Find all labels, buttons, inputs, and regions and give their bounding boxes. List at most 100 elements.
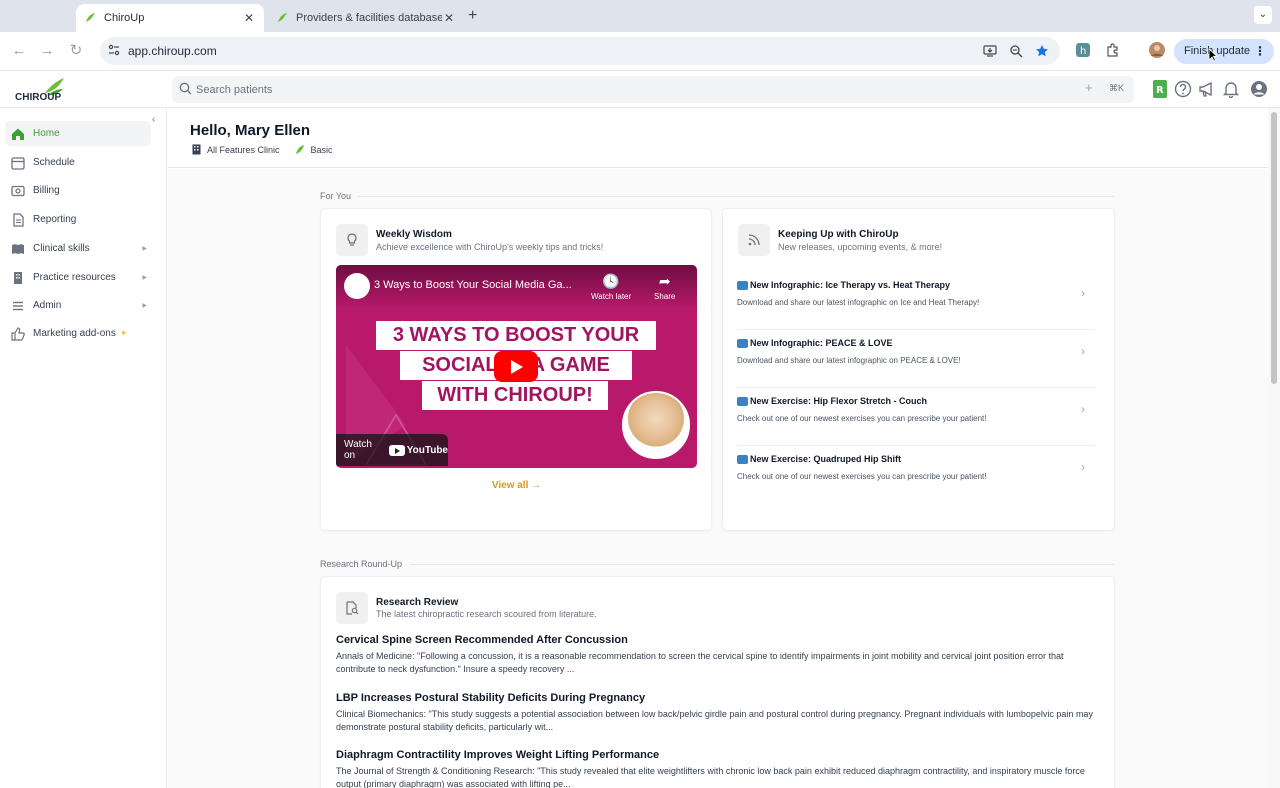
- view-all-link[interactable]: View all →: [321, 480, 712, 491]
- help-icon[interactable]: [1174, 80, 1192, 98]
- research-article[interactable]: LBP Increases Postural Stability Deficit…: [336, 692, 1104, 734]
- sidebar-item-label: Marketing add-ons: [33, 328, 116, 339]
- news-item[interactable]: New Infographic: PEACE & LOVE Download a…: [737, 330, 1095, 388]
- clock-icon: 🕓: [602, 273, 620, 289]
- news-item[interactable]: New Infographic: Ice Therapy vs. Heat Th…: [737, 272, 1095, 330]
- research-article[interactable]: Cervical Spine Screen Recommended After …: [336, 634, 1104, 676]
- book-icon: [12, 243, 24, 254]
- sidebar-item-practice-resources[interactable]: Practice resources ▶: [5, 265, 151, 290]
- new-tab-icon[interactable]: +: [468, 7, 477, 25]
- sidebar-item-label: Home: [33, 128, 60, 139]
- share-button[interactable]: ➦ Share: [654, 273, 675, 301]
- close-tab-icon[interactable]: ✕: [442, 11, 456, 25]
- sidebar-item-admin[interactable]: Admin ▶: [5, 293, 151, 318]
- patient-search[interactable]: + ⌘K: [172, 76, 1134, 103]
- chevron-right-icon: ›: [1081, 344, 1085, 358]
- watch-later-button[interactable]: 🕓 Watch later: [591, 273, 631, 301]
- article-title[interactable]: LBP Increases Postural Stability Deficit…: [336, 692, 1104, 704]
- article-title[interactable]: Cervical Spine Screen Recommended After …: [336, 634, 1104, 646]
- sidebar-item-reporting[interactable]: Reporting: [5, 207, 151, 232]
- card-subtitle: The latest chiropractic research scoured…: [376, 609, 597, 619]
- bookmark-star-icon[interactable]: [1035, 44, 1049, 58]
- article-title[interactable]: Diaphragm Contractility Improves Weight …: [336, 749, 1104, 761]
- address-bar[interactable]: app.chiroup.com: [100, 37, 1060, 65]
- presenter-photo: [622, 391, 690, 459]
- thumbnail-text-line-1: 3 WAYS TO BOOST YOUR: [376, 321, 656, 350]
- news-title: New Infographic: Ice Therapy vs. Heat Th…: [737, 280, 950, 290]
- extension-h-icon[interactable]: h: [1075, 42, 1091, 58]
- news-title: New Exercise: Hip Flexor Stretch - Couch: [737, 396, 927, 406]
- prescription-icon[interactable]: R: [1151, 80, 1169, 98]
- megaphone-icon[interactable]: [1198, 80, 1216, 98]
- tab-title: ChiroUp: [104, 12, 145, 24]
- tab-search-chevron-icon[interactable]: ⌄: [1254, 6, 1272, 24]
- sidebar-item-label: Admin: [33, 300, 62, 311]
- tab-title: Providers & facilities database: [296, 12, 442, 24]
- expand-caret-icon: ▶: [142, 246, 147, 252]
- logo-text: CHIROUP: [15, 92, 61, 103]
- plan-badge: Basic: [294, 144, 333, 155]
- new-badge-icon: [737, 338, 748, 348]
- browser-tab-bar: ChiroUp ✕ Providers & facilities databas…: [0, 0, 1280, 32]
- chiroup-favicon-icon: [86, 13, 95, 22]
- watch-on-youtube-button[interactable]: Watch on YouTube: [336, 434, 448, 466]
- new-badge-icon: [737, 280, 748, 290]
- play-button-icon[interactable]: [494, 351, 538, 382]
- sidebar: ‹ Home Schedule Billing Reporting Clinic…: [0, 108, 167, 788]
- keeping-up-card: Keeping Up with ChiroUp New releases, up…: [722, 208, 1115, 531]
- news-description: Check out one of our newest exercises yo…: [737, 472, 987, 481]
- chiroup-favicon-icon: [278, 13, 287, 22]
- search-input[interactable]: [196, 80, 996, 99]
- chevron-right-icon: ›: [1081, 402, 1085, 416]
- chiroup-logo[interactable]: CHIROUP: [15, 77, 65, 103]
- youtube-label: YouTube: [406, 444, 448, 456]
- news-title: New Exercise: Quadruped Hip Shift: [737, 454, 901, 464]
- youtube-play-icon: [388, 444, 405, 456]
- page-title: Hello, Mary Ellen: [190, 122, 311, 139]
- tab-chiroup[interactable]: ChiroUp ✕: [76, 4, 264, 32]
- back-arrow-icon[interactable]: ←: [10, 42, 28, 60]
- close-tab-icon[interactable]: ✕: [242, 11, 256, 25]
- research-article[interactable]: Diaphragm Contractility Improves Weight …: [336, 749, 1104, 788]
- profile-avatar-icon[interactable]: [1149, 42, 1165, 58]
- forward-arrow-icon[interactable]: →: [38, 42, 56, 60]
- news-item[interactable]: New Exercise: Quadruped Hip Shift Check …: [737, 446, 1095, 504]
- sidebar-item-clinical-skills[interactable]: Clinical skills ▶: [5, 236, 151, 261]
- sidebar-item-label: Reporting: [33, 214, 77, 225]
- finish-update-button[interactable]: Finish update ⋮: [1174, 39, 1274, 64]
- app-header: CHIROUP + ⌘K R: [0, 71, 1280, 108]
- news-description: Download and share our latest infographi…: [737, 356, 961, 365]
- reload-icon[interactable]: ↻: [67, 42, 85, 60]
- site-settings-icon[interactable]: [108, 44, 120, 56]
- building-icon: [192, 144, 201, 155]
- home-icon: [12, 128, 24, 140]
- thumbs-up-icon: [11, 326, 25, 341]
- new-badge-icon: [737, 454, 748, 464]
- clinic-info: All Features Clinic Basic: [192, 144, 333, 155]
- extensions-puzzle-icon[interactable]: [1105, 42, 1121, 58]
- card-icon-box: [336, 224, 368, 256]
- user-account-icon[interactable]: [1250, 80, 1268, 98]
- sidebar-item-marketing-add-ons[interactable]: Marketing add-ons ✦: [5, 321, 151, 346]
- channel-avatar[interactable]: [344, 273, 370, 299]
- news-item[interactable]: New Exercise: Hip Flexor Stretch - Couch…: [737, 388, 1095, 446]
- sidebar-item-label: Schedule: [33, 157, 75, 168]
- scrollbar-thumb[interactable]: [1271, 112, 1277, 384]
- page-scrollbar[interactable]: [1268, 108, 1280, 788]
- zoom-icon[interactable]: [1009, 44, 1023, 58]
- video-title[interactable]: 3 Ways to Boost Your Social Media Ga...: [374, 279, 584, 291]
- install-app-icon[interactable]: [983, 44, 997, 58]
- notifications-bell-icon[interactable]: [1222, 80, 1240, 98]
- add-patient-icon[interactable]: +: [1085, 80, 1093, 95]
- card-title: Research Review: [376, 597, 459, 608]
- tab-providers[interactable]: Providers & facilities database ✕: [268, 4, 464, 32]
- svg-text:R: R: [1156, 85, 1164, 96]
- collapse-sidebar-icon[interactable]: ‹: [152, 114, 155, 125]
- watch-later-label: Watch later: [591, 292, 632, 301]
- sidebar-item-home[interactable]: Home: [5, 121, 151, 146]
- sidebar-item-schedule[interactable]: Schedule: [5, 150, 151, 175]
- youtube-video-embed[interactable]: 3 Ways to Boost Your Social Media Ga... …: [336, 265, 697, 468]
- sidebar-item-billing[interactable]: Billing: [5, 178, 151, 203]
- more-menu-icon[interactable]: ⋮: [1254, 39, 1266, 64]
- article-excerpt: The Journal of Strength & Conditioning R…: [336, 766, 1085, 788]
